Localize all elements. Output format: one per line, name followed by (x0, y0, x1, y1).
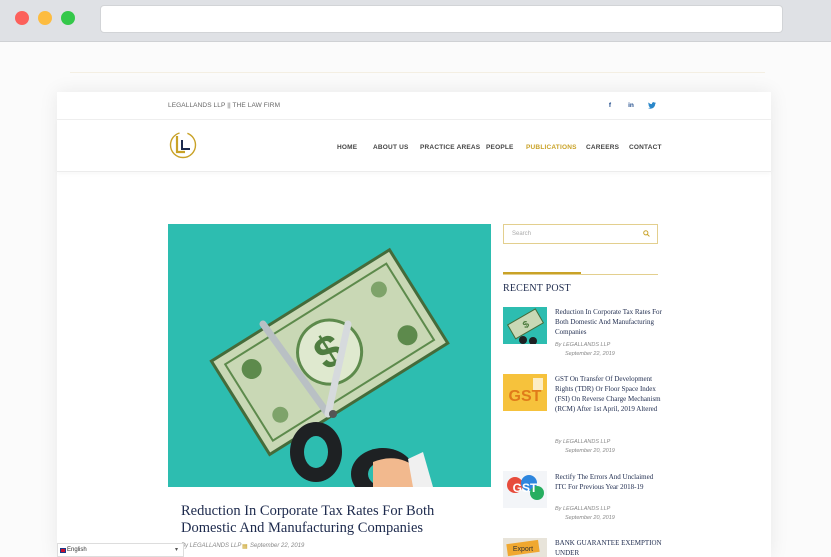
nav-practice-areas[interactable]: PRACTICE AREAS (420, 144, 480, 151)
linkedin-icon[interactable]: in (627, 101, 635, 109)
calendar-icon: ▦ (242, 544, 248, 550)
chevron-down-icon[interactable]: ▾ (175, 546, 178, 553)
post-title[interactable]: Reduction In Corporate Tax Rates For Bot… (181, 503, 481, 537)
svg-text:Export: Export (513, 546, 533, 553)
search-icon[interactable] (643, 230, 650, 237)
recent-post-thumb[interactable]: GST (503, 471, 547, 508)
search-input[interactable]: Search (512, 231, 531, 237)
twitter-icon[interactable] (648, 101, 656, 109)
recent-post-title[interactable]: Rectify The Errors And Unclaimed ITC For… (555, 472, 665, 492)
recent-post-date: September 22, 2019 (565, 351, 615, 357)
firm-logo-icon[interactable] (169, 130, 197, 160)
top-bar: LEGALLANDS LLP || THE LAW FIRM f in (57, 92, 771, 120)
export-thumb-icon: Export (506, 539, 540, 557)
post-author: By LEGALLANDS LLP (181, 543, 242, 549)
uk-flag-icon (60, 548, 66, 553)
recent-post-author: By LEGALLANDS LLP (555, 506, 611, 512)
nav-contact[interactable]: CONTACT (629, 144, 662, 151)
language-selector[interactable]: English ▾ (57, 543, 184, 557)
background-divider (70, 72, 765, 73)
recent-post-title[interactable]: BANK GUARANTEE EXEMPTION UNDER (555, 538, 665, 557)
website-frame: LEGALLANDS LLP || THE LAW FIRM f in HOME… (57, 92, 771, 557)
nav-people[interactable]: PEOPLE (486, 144, 514, 151)
money-thumb-icon: $ (506, 308, 545, 344)
tagline: LEGALLANDS LLP || THE LAW FIRM (168, 102, 281, 109)
recent-post-date: September 20, 2019 (565, 515, 615, 521)
recent-post-date: September 20, 2019 (565, 448, 615, 454)
svg-text:GST: GST (509, 388, 542, 405)
recent-post-thumb[interactable]: Export (503, 538, 547, 557)
browser-chrome (0, 0, 831, 42)
recent-post-author: By LEGALLANDS LLP (555, 439, 611, 445)
search-box[interactable]: Search (503, 224, 658, 244)
recent-post-title[interactable]: Reduction In Corporate Tax Rates For Bot… (555, 307, 665, 337)
recent-post-author: By LEGALLANDS LLP (555, 342, 611, 348)
gst-tax-thumb-icon: GST (507, 475, 544, 500)
post-featured-image[interactable]: $ (168, 224, 491, 487)
language-label: English (67, 547, 87, 553)
site-header: HOME ABOUT US PRACTICE AREAS PEOPLE PUBL… (57, 120, 771, 172)
facebook-icon[interactable]: f (606, 101, 614, 109)
post-date: September 22, 2019 (250, 543, 305, 549)
sidebar-divider (503, 274, 658, 275)
close-window-button[interactable] (15, 11, 29, 25)
nav-careers[interactable]: CAREERS (586, 144, 619, 151)
gst-thumb-icon: GST (503, 374, 547, 411)
maximize-window-button[interactable] (61, 11, 75, 25)
address-bar[interactable] (100, 5, 783, 33)
recent-post-heading: RECENT POST (503, 283, 571, 294)
recent-post-title[interactable]: GST On Transfer Of Development Rights (T… (555, 374, 665, 414)
recent-post-thumb[interactable]: $ (503, 307, 547, 344)
minimize-window-button[interactable] (38, 11, 52, 25)
sidebar-divider-accent (503, 272, 581, 274)
nav-publications[interactable]: PUBLICATIONS (526, 144, 577, 151)
nav-about-us[interactable]: ABOUT US (373, 144, 409, 151)
svg-text:GST: GST (513, 481, 538, 495)
nav-home[interactable]: HOME (337, 144, 357, 151)
money-scissors-illustration: $ (209, 247, 450, 487)
recent-post-thumb[interactable]: GST (503, 374, 547, 411)
